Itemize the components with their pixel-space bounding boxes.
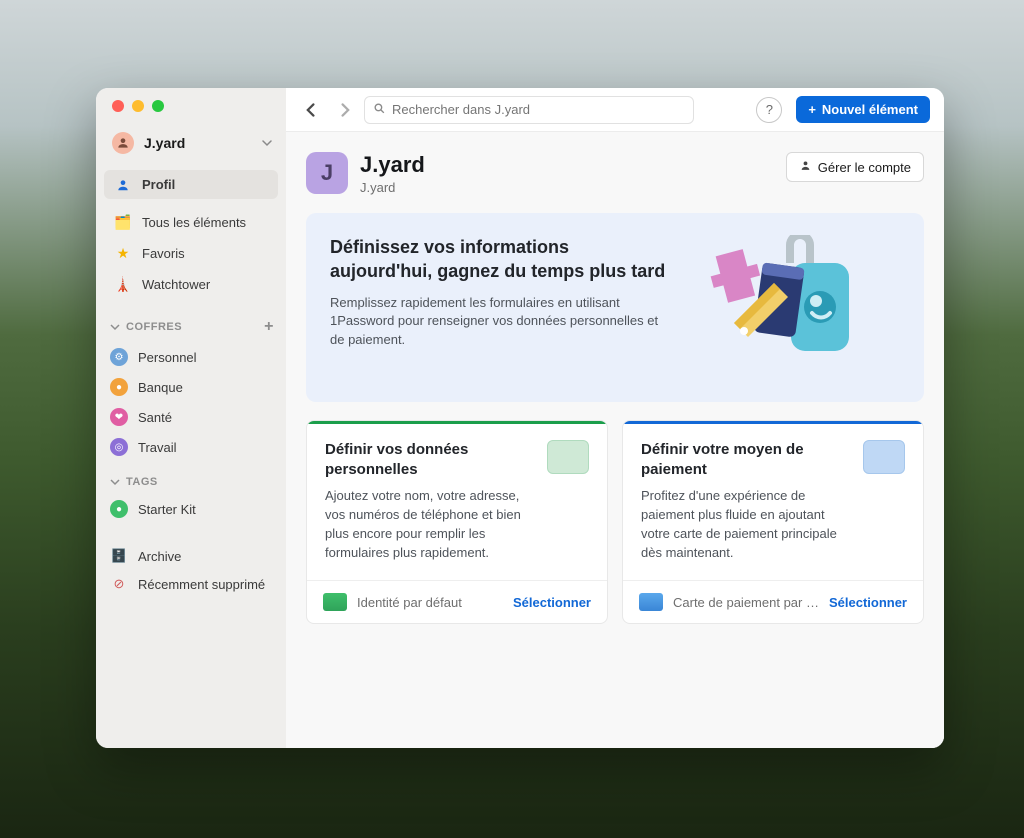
- vault-label: Banque: [138, 380, 183, 395]
- archive-icon: 🗄️: [110, 548, 128, 564]
- sidebar-label: Tous les éléments: [142, 215, 246, 230]
- trash-icon: ⊘: [110, 576, 128, 592]
- manage-account-label: Gérer le compte: [818, 160, 911, 175]
- card-body-text: Profitez d'une expérience de paiement pl…: [641, 487, 853, 562]
- page-title: J.yard: [360, 152, 425, 178]
- banner-title: Définissez vos informations aujourd'hui,…: [330, 235, 670, 284]
- search-icon: [373, 102, 386, 118]
- chevron-down-icon: [110, 322, 120, 332]
- vault-label: Santé: [138, 410, 172, 425]
- vault-icon: ●: [110, 378, 128, 396]
- section-head-label: COFFRES: [126, 321, 182, 333]
- sidebar-item-profile[interactable]: Profil: [104, 170, 278, 199]
- card-payment-method: Définir votre moyen de paiement Profitez…: [622, 420, 924, 624]
- sidebar-label: Watchtower: [142, 277, 210, 292]
- person-icon: [799, 159, 812, 175]
- desktop-background: J.yard Profil 🗂️ Tous les éléments: [0, 0, 1024, 838]
- search-field[interactable]: [364, 96, 694, 124]
- identity-icon: [323, 593, 347, 611]
- close-window-button[interactable]: [112, 100, 124, 112]
- sidebar-label: Profil: [142, 177, 175, 192]
- section-head-label: TAGS: [126, 476, 158, 488]
- minimize-window-button[interactable]: [132, 100, 144, 112]
- nav-back-button[interactable]: [300, 98, 324, 122]
- vault-label: Personnel: [138, 350, 197, 365]
- account-name: J.yard: [144, 135, 185, 151]
- avatar-initial: J: [321, 160, 333, 186]
- vault-icon: ◎: [110, 438, 128, 456]
- vault-item-travail[interactable]: ◎ Travail: [96, 432, 286, 462]
- card-personal-data: Définir vos données personnelles Ajoutez…: [306, 420, 608, 624]
- vault-label: Travail: [138, 440, 177, 455]
- app-window: J.yard Profil 🗂️ Tous les éléments: [96, 88, 944, 748]
- star-icon: ★: [114, 245, 132, 262]
- setup-cards: Définir vos données personnelles Ajoutez…: [306, 420, 924, 624]
- window-controls: [96, 100, 286, 122]
- sidebar: J.yard Profil 🗂️ Tous les éléments: [96, 88, 286, 748]
- card-footer-label: Identité par défaut: [357, 595, 503, 610]
- select-identity-button[interactable]: Sélectionner: [513, 595, 591, 610]
- chevron-down-icon: [262, 135, 272, 151]
- search-input[interactable]: [392, 102, 685, 117]
- plus-icon: +: [808, 102, 816, 117]
- account-switcher[interactable]: J.yard: [96, 122, 286, 166]
- vault-icon: ⚙: [110, 348, 128, 366]
- list-icon: 🗂️: [114, 214, 132, 231]
- sidebar-item-favorites[interactable]: ★ Favoris: [104, 238, 278, 269]
- nav-forward-button[interactable]: [332, 98, 356, 122]
- sidebar-label: Récemment supprimé: [138, 577, 265, 592]
- tag-label: Starter Kit: [138, 502, 196, 517]
- vault-item-personnel[interactable]: ⚙ Personnel: [96, 342, 286, 372]
- card-body-text: Ajoutez votre nom, votre adresse, vos nu…: [325, 487, 537, 562]
- profile-avatar: J: [306, 152, 348, 194]
- banner-body: Remplissez rapidement les formulaires en…: [330, 294, 670, 351]
- new-item-label: Nouvel élément: [822, 102, 918, 117]
- info-banner: Définissez vos informations aujourd'hui,…: [306, 213, 924, 402]
- manage-account-button[interactable]: Gérer le compte: [786, 152, 924, 182]
- toolbar: ? + Nouvel élément: [286, 88, 944, 132]
- page-header: J J.yard J.yard Gérer le compte: [306, 152, 924, 195]
- page-subtitle: J.yard: [360, 180, 425, 195]
- content-area: J J.yard J.yard Gérer le compte: [286, 132, 944, 748]
- select-payment-button[interactable]: Sélectionner: [829, 595, 907, 610]
- card-footer-label: Carte de paiement par déf…: [673, 595, 819, 610]
- sidebar-item-all-items[interactable]: 🗂️ Tous les éléments: [104, 207, 278, 238]
- identity-card-icon: [547, 440, 589, 474]
- new-item-button[interactable]: + Nouvel élément: [796, 96, 930, 123]
- help-icon: ?: [766, 102, 773, 117]
- tag-icon: ●: [110, 500, 128, 518]
- card-title: Définir vos données personnelles: [325, 440, 537, 479]
- profile-icon: [114, 178, 132, 192]
- sidebar-item-watchtower[interactable]: 🗼 Watchtower: [104, 269, 278, 300]
- banner-illustration: [686, 235, 876, 380]
- vault-item-banque[interactable]: ● Banque: [96, 372, 286, 402]
- credit-card-icon: [639, 593, 663, 611]
- chevron-down-icon: [110, 477, 120, 487]
- sidebar-label: Archive: [138, 549, 181, 564]
- fullscreen-window-button[interactable]: [152, 100, 164, 112]
- vault-icon: ❤: [110, 408, 128, 426]
- help-button[interactable]: ?: [756, 97, 782, 123]
- main-panel: ? + Nouvel élément J J.yard J.yard: [286, 88, 944, 748]
- sidebar-item-recently-deleted[interactable]: ⊘ Récemment supprimé: [96, 570, 286, 598]
- card-title: Définir votre moyen de paiement: [641, 440, 853, 479]
- sidebar-label: Favoris: [142, 246, 185, 261]
- watchtower-icon: 🗼: [114, 276, 132, 293]
- vault-item-sante[interactable]: ❤ Santé: [96, 402, 286, 432]
- account-avatar-icon: [112, 132, 134, 154]
- tags-section-header[interactable]: TAGS: [96, 462, 286, 494]
- vaults-section-header[interactable]: COFFRES +: [96, 304, 286, 342]
- add-vault-button[interactable]: +: [264, 318, 274, 336]
- sidebar-item-archive[interactable]: 🗄️ Archive: [96, 542, 286, 570]
- wallet-icon: [863, 440, 905, 474]
- tag-item-starter-kit[interactable]: ● Starter Kit: [96, 494, 286, 524]
